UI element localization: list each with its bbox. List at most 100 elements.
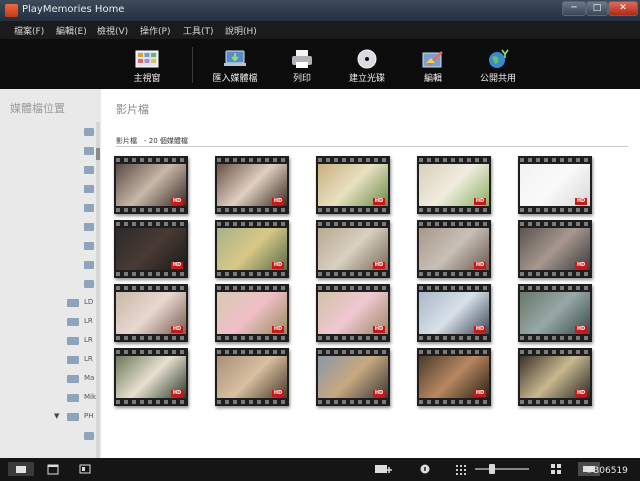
menu-tools[interactable]: 工具(T) (183, 24, 214, 37)
menu-operate[interactable]: 操作(P) (140, 24, 170, 37)
video-thumbnail[interactable]: HD (518, 284, 592, 342)
folder-item[interactable]: LD (62, 296, 98, 310)
folder-icon (84, 204, 94, 212)
video-thumbnail[interactable]: HD (215, 220, 289, 278)
video-thumbnail[interactable]: HD (316, 348, 390, 406)
watermark-text: #306519 (586, 466, 628, 476)
folder-label: LR (84, 317, 93, 325)
zoom-slider[interactable] (475, 462, 529, 476)
folder-icon (67, 299, 79, 307)
video-thumbnail[interactable]: HD (114, 220, 188, 278)
import-button[interactable]: 匯入媒體檔 (200, 39, 270, 89)
video-thumbnail[interactable]: HD (215, 284, 289, 342)
folder-icon (84, 432, 94, 440)
folder-item[interactable]: PH ▼ (54, 410, 98, 424)
printer-icon (292, 50, 312, 68)
film-perforation (217, 272, 287, 276)
folder-item[interactable]: LR (62, 315, 98, 329)
folder-item[interactable] (62, 201, 98, 215)
expand-arrow-icon[interactable]: ▼ (54, 412, 59, 420)
video-thumbnail[interactable]: HD (417, 348, 491, 406)
video-thumbnail[interactable]: HD (316, 220, 390, 278)
title-bar: PlayMemories Home ─ □ ✕ (0, 0, 640, 21)
video-thumbnail[interactable]: HD (518, 156, 592, 214)
maximize-button[interactable]: □ (586, 1, 608, 16)
video-thumbnail[interactable]: HD (417, 284, 491, 342)
small-grid-icon[interactable] (455, 462, 467, 476)
film-perforation (116, 400, 186, 404)
toolbar-label: 列印 (292, 74, 311, 84)
folder-item[interactable] (62, 258, 98, 272)
main-window-button[interactable]: 主視窗 (112, 39, 182, 89)
film-perforation (419, 222, 489, 226)
edit-button[interactable]: 編輯 (398, 39, 468, 89)
status-bar (0, 458, 640, 481)
folder-item[interactable]: Ma (62, 372, 98, 386)
video-thumbnail[interactable]: HD (316, 156, 390, 214)
folder-label: Ma (84, 374, 95, 382)
folder-icon (84, 261, 94, 269)
folder-item[interactable] (62, 163, 98, 177)
folder-view-icon[interactable] (8, 462, 34, 476)
page-title: 影片檔 (116, 103, 149, 116)
film-perforation (217, 400, 287, 404)
folder-label: Mik (84, 393, 97, 401)
folder-item[interactable] (62, 429, 98, 443)
folder-icon (67, 318, 79, 326)
film-perforation (520, 350, 590, 354)
close-button[interactable]: ✕ (608, 1, 638, 16)
folder-item[interactable] (62, 220, 98, 234)
film-perforation (318, 336, 388, 340)
folder-item[interactable] (62, 144, 98, 158)
info-icon[interactable] (419, 462, 431, 476)
minimize-button[interactable]: ─ (562, 1, 586, 16)
globe-share-icon (489, 49, 509, 68)
folder-label: LR (84, 355, 93, 363)
hd-badge: HD (474, 390, 486, 397)
video-thumbnail[interactable]: HD (417, 156, 491, 214)
folder-item[interactable]: Mik (62, 391, 98, 405)
menu-edit[interactable]: 編輯(E) (56, 24, 87, 37)
share-button[interactable]: 公開共用 (463, 39, 533, 89)
film-perforation (318, 208, 388, 212)
toolbar-label: 匯入媒體檔 (212, 74, 258, 84)
media-panel: 影片檔 影片檔 - 20 個媒體檔 HD HD HD HD HD HD HD HD HD HD HD… (101, 89, 640, 458)
video-thumbnail[interactable]: HD (518, 220, 592, 278)
folder-item[interactable]: LR (62, 353, 98, 367)
menu-file[interactable]: 檔案(F) (14, 24, 44, 37)
video-thumbnail[interactable]: HD (114, 284, 188, 342)
film-perforation (419, 350, 489, 354)
folder-item[interactable] (62, 182, 98, 196)
film-perforation (318, 286, 388, 290)
folder-item[interactable] (62, 239, 98, 253)
main-window-icon (135, 50, 159, 68)
create-disc-button[interactable]: 建立光碟 (332, 39, 402, 89)
film-perforation (520, 158, 590, 162)
calendar-view-icon[interactable] (46, 462, 60, 476)
folder-item[interactable] (62, 125, 98, 139)
video-thumbnail[interactable]: HD (114, 348, 188, 406)
folder-item[interactable]: LR (62, 334, 98, 348)
menu-view[interactable]: 檢視(V) (97, 24, 128, 37)
video-thumbnail[interactable]: HD (316, 284, 390, 342)
folder-item[interactable] (62, 277, 98, 291)
video-thumbnail[interactable]: HD (215, 156, 289, 214)
folder-icon (84, 147, 94, 155)
photo-view-icon[interactable] (78, 462, 92, 476)
hd-badge: HD (474, 326, 486, 333)
hd-badge: HD (272, 198, 284, 205)
folder-icon (84, 185, 94, 193)
video-thumbnail[interactable]: HD (114, 156, 188, 214)
sidebar-title: 媒體檔位置 (10, 102, 65, 115)
menu-help[interactable]: 說明(H) (225, 24, 257, 37)
print-button[interactable]: 列印 (267, 39, 337, 89)
add-media-icon[interactable] (374, 462, 392, 476)
film-perforation (217, 222, 287, 226)
video-thumbnail[interactable]: HD (417, 220, 491, 278)
large-grid-icon[interactable] (549, 462, 563, 476)
video-thumbnail[interactable]: HD (518, 348, 592, 406)
film-perforation (116, 208, 186, 212)
sidebar: 媒體檔位置 LD LR LR LR Ma Mik PH ▼ (0, 89, 101, 458)
video-thumbnail[interactable]: HD (215, 348, 289, 406)
film-perforation (419, 272, 489, 276)
